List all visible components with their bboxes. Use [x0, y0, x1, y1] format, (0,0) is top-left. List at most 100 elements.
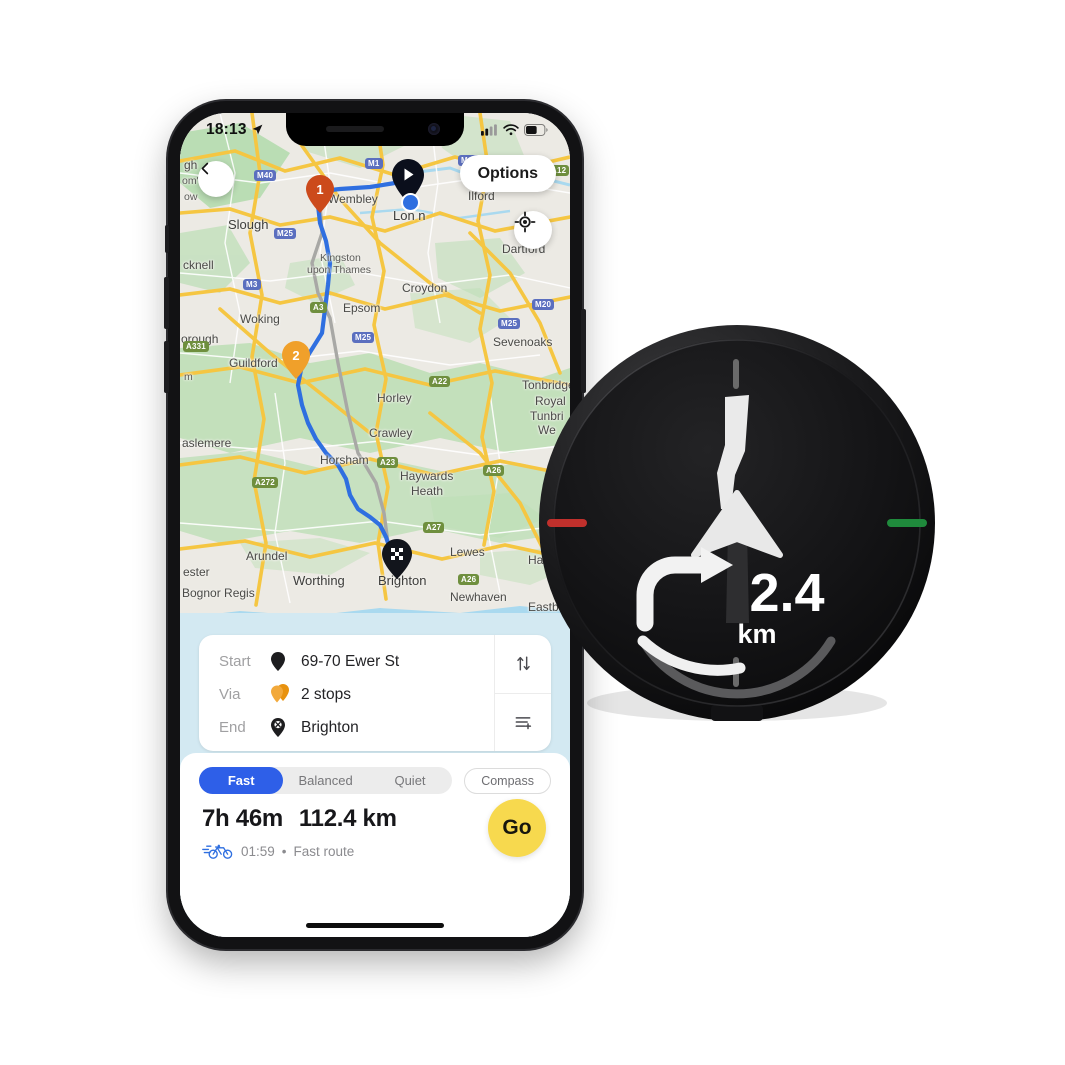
- device-distance-unit: km: [737, 619, 776, 649]
- map-label: ow: [184, 191, 198, 203]
- go-button[interactable]: Go: [488, 799, 546, 857]
- edit-stop-list-icon: [515, 717, 532, 730]
- go-button-label: Go: [502, 816, 532, 839]
- compass-button-label: Compass: [481, 773, 534, 788]
- map-label: Arundel: [246, 549, 288, 563]
- route-type-row: Fast Balanced Quiet Compass: [199, 767, 551, 794]
- current-location-dot: [401, 193, 420, 212]
- route-type-balanced[interactable]: Balanced: [283, 767, 367, 794]
- road-shield: A27: [423, 522, 445, 533]
- svg-text:2: 2: [292, 348, 299, 363]
- right-indicator-light: [887, 519, 927, 527]
- route-distance: 112.4 km: [298, 805, 397, 832]
- route-row-via[interactable]: Via 2 stops: [219, 678, 494, 711]
- phone-volume-up-button[interactable]: [164, 277, 169, 329]
- map-label: Haywards: [400, 469, 454, 483]
- road-shield: A3: [310, 302, 327, 313]
- route-type-segmented-control: Fast Balanced Quiet: [199, 767, 453, 794]
- road-shield: M3: [243, 279, 261, 290]
- map-label: Woking: [240, 312, 280, 326]
- map-label: m: [184, 371, 193, 383]
- route-via-label: Via: [219, 686, 241, 703]
- route-end-value: Brighton: [301, 718, 359, 736]
- phone-mute-switch[interactable]: [165, 225, 169, 253]
- route-duration: 7h 46m: [202, 805, 283, 832]
- map-label: upon Thames: [307, 264, 372, 276]
- route-row-end[interactable]: End Brighton: [219, 711, 494, 744]
- map-label: Slough: [228, 217, 269, 232]
- route-type-fast[interactable]: Fast: [199, 767, 284, 794]
- route-start-label: Start: [219, 653, 251, 670]
- road-shield: M25: [352, 332, 375, 343]
- map-view[interactable]: Watfordghom'owSloughWembleyLon nIlfordDa…: [180, 113, 570, 641]
- map-label: Newhaven: [450, 590, 507, 604]
- phone-notch: [286, 113, 464, 146]
- map-label: Croydon: [402, 281, 448, 295]
- locate-crosshair-icon: [514, 211, 536, 233]
- road-shield: M20: [532, 299, 555, 310]
- map-label: Horley: [377, 391, 412, 405]
- road-shield: A26: [458, 574, 480, 585]
- device-mount-tab: [711, 705, 763, 721]
- map-label: ester: [183, 565, 210, 579]
- route-stats-main: 7h 46m 112.4 km: [202, 805, 397, 833]
- swap-vertical-arrows-icon: [516, 656, 530, 671]
- back-chevron-icon: [201, 162, 209, 175]
- map-label: Heath: [411, 484, 444, 498]
- route-type-quiet[interactable]: Quiet: [368, 767, 452, 794]
- orange-stop-pin-icon: [271, 684, 301, 705]
- battery-time: 01:59: [241, 843, 275, 859]
- options-button-label: Options: [477, 164, 538, 182]
- map-label: gh: [184, 158, 198, 172]
- map-label: Guildford: [229, 356, 278, 370]
- earpiece-speaker: [326, 126, 384, 132]
- road-shield: M1: [365, 158, 383, 169]
- road-shield: M25: [498, 318, 521, 329]
- locate-button[interactable]: [514, 211, 552, 249]
- road-shield: A23: [377, 457, 399, 468]
- device-distance-value: 2.4: [749, 563, 824, 623]
- screenshot-root: Watfordghom'owSloughWembleyLon nIlfordDa…: [0, 0, 1065, 1065]
- map-label: Horsham: [320, 453, 369, 467]
- phone-volume-down-button[interactable]: [164, 341, 169, 393]
- route-summary-card: Start 69-70 Ewer St Via 2 stops End Brig…: [199, 635, 551, 751]
- road-shield: M25: [274, 228, 297, 239]
- map-label: Wembley: [328, 192, 378, 206]
- phone-device: Watfordghom'owSloughWembleyLon nIlfordDa…: [164, 101, 586, 949]
- left-indicator-light: [547, 519, 587, 527]
- destination-flag-pin-icon: [271, 718, 301, 737]
- map-pin-icon: [271, 652, 301, 671]
- road-shield: A22: [429, 376, 451, 387]
- map-label: Worthing: [293, 573, 345, 588]
- road-shield: M40: [254, 170, 277, 181]
- map-label: aslemere: [182, 436, 232, 450]
- ebike-icon: [202, 844, 233, 859]
- stats-separator: •: [281, 843, 287, 859]
- bottom-sheet: Start 69-70 Ewer St Via 2 stops End Brig…: [180, 613, 570, 937]
- road-shield: A26: [483, 465, 505, 476]
- road-shield: A272: [252, 477, 278, 488]
- front-camera: [428, 123, 440, 135]
- route-row-start[interactable]: Start 69-70 Ewer St: [219, 645, 494, 678]
- road-shield: A331: [183, 341, 209, 352]
- route-stats: 7h 46m 112.4 km 01:59 • Fast route: [202, 805, 397, 859]
- svg-text:1: 1: [316, 182, 323, 197]
- top-tick-mark: [733, 359, 739, 389]
- back-button[interactable]: [198, 161, 234, 197]
- route-name: Fast route: [293, 843, 355, 859]
- map-label: Epsom: [343, 301, 381, 315]
- route-details-panel: Fast Balanced Quiet Compass 7h 46m 112.4…: [180, 753, 570, 937]
- compass-button[interactable]: Compass: [464, 767, 551, 794]
- route-rows: Start 69-70 Ewer St Via 2 stops End Brig…: [199, 635, 494, 751]
- route-end-label: End: [219, 719, 246, 736]
- map-label: cknell: [183, 258, 214, 272]
- map-label: Lewes: [450, 545, 485, 559]
- options-button[interactable]: Options: [459, 155, 556, 192]
- map-label: Crawley: [369, 426, 413, 440]
- route-stats-sub: 01:59 • Fast route: [202, 843, 397, 859]
- phone-screen: Watfordghom'owSloughWembleyLon nIlfordDa…: [180, 113, 570, 937]
- home-indicator[interactable]: [306, 923, 444, 928]
- route-start-value: 69-70 Ewer St: [301, 652, 400, 670]
- map-label: Kingston: [320, 252, 361, 264]
- bike-navigation-computer[interactable]: 2.4 km: [535, 323, 940, 728]
